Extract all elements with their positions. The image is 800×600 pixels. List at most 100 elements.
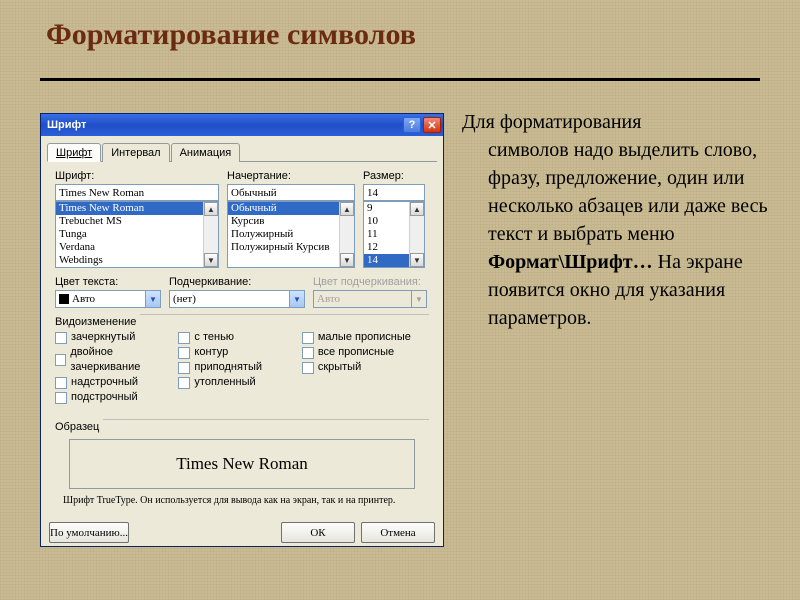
check-allcaps[interactable]: все прописные (302, 345, 425, 360)
scroll-up-icon[interactable]: ▲ (204, 202, 218, 216)
default-button[interactable]: По умолчанию... (49, 522, 129, 543)
check-engrave[interactable]: утопленный (178, 375, 301, 390)
check-label: утопленный (194, 375, 255, 390)
style-listbox[interactable]: Обычный Курсив Полужирный Полужирный Кур… (227, 201, 355, 268)
font-option[interactable]: Trebuchet MS (56, 215, 218, 228)
underline-value: (нет) (170, 291, 289, 307)
close-button[interactable]: ✕ (423, 117, 441, 133)
dialog-title: Шрифт (47, 119, 401, 131)
divider (140, 314, 429, 315)
font-dialog: Шрифт ? ✕ Шрифт Интервал Анимация Шрифт:… (40, 113, 444, 547)
underline-combo[interactable]: (нет) ▼ (169, 290, 305, 308)
desc-bold: Формат\Шрифт… (488, 251, 653, 273)
font-input[interactable] (55, 184, 219, 201)
color-combo[interactable]: Авто ▼ (55, 290, 161, 308)
style-option[interactable]: Полужирный (228, 228, 354, 241)
checkbox-icon (55, 392, 67, 404)
underline-color-combo: Авто ▼ (313, 290, 427, 308)
tab-font[interactable]: Шрифт (47, 143, 101, 162)
font-option[interactable]: Times New Roman (56, 202, 218, 215)
chevron-down-icon: ▼ (411, 291, 426, 307)
underline-color-value: Авто (314, 291, 411, 307)
tabs: Шрифт Интервал Анимация (47, 142, 437, 162)
check-dblstrike[interactable]: двойное зачеркивание (55, 345, 178, 375)
check-strike[interactable]: зачеркнутый (55, 330, 178, 345)
scroll-up-icon[interactable]: ▲ (340, 202, 354, 216)
checkbox-icon (178, 332, 190, 344)
sample-preview: Times New Roman (69, 439, 415, 489)
cancel-button[interactable]: Отмена (361, 522, 435, 543)
underline-label: Подчеркивание: (169, 276, 305, 288)
size-input[interactable] (363, 184, 425, 201)
style-option[interactable]: Курсив (228, 215, 354, 228)
underline-color-label: Цвет подчеркивания: (313, 276, 427, 288)
checkbox-icon (178, 377, 190, 389)
font-label: Шрифт: (55, 170, 219, 182)
check-label: все прописные (318, 345, 394, 360)
check-label: зачеркнутый (71, 330, 135, 345)
checkbox-icon (178, 362, 190, 374)
slide-title: Форматирование символов (46, 18, 416, 52)
checkbox-icon (302, 347, 314, 359)
size-listbox[interactable]: 9 10 11 12 14 ▲ ▼ (363, 201, 425, 268)
desc-line1: Для форматирования (462, 111, 641, 133)
color-swatch-icon (59, 294, 69, 304)
style-option[interactable]: Обычный (228, 202, 354, 215)
tab-animation[interactable]: Анимация (171, 143, 241, 162)
check-label: с тенью (194, 330, 234, 345)
check-super[interactable]: надстрочный (55, 375, 178, 390)
check-emboss[interactable]: приподнятый (178, 360, 301, 375)
font-option[interactable]: Verdana (56, 241, 218, 254)
tab-font-label: Шрифт (56, 147, 92, 159)
check-outline[interactable]: контур (178, 345, 301, 360)
scrollbar[interactable]: ▲ ▼ (409, 202, 424, 267)
checkbox-icon (55, 354, 66, 366)
sample-label: Образец (55, 421, 99, 433)
font-option[interactable]: Webdings (56, 254, 218, 267)
check-label: малые прописные (318, 330, 411, 345)
tab-interval[interactable]: Интервал (102, 143, 169, 162)
checkbox-icon (178, 347, 190, 359)
modifications-label: Видоизменение (55, 316, 136, 328)
checkbox-icon (302, 332, 314, 344)
divider (40, 78, 760, 81)
check-label: контур (194, 345, 228, 360)
font-option[interactable]: Tunga (56, 228, 218, 241)
color-value: Авто (72, 293, 95, 305)
chevron-down-icon[interactable]: ▼ (145, 291, 160, 307)
chevron-down-icon[interactable]: ▼ (289, 291, 304, 307)
desc-line2: символов надо выделить слово, фразу, пре… (488, 139, 768, 245)
check-smallcaps[interactable]: малые прописные (302, 330, 425, 345)
description-text: Для форматирования символов надо выделит… (462, 108, 772, 332)
scroll-down-icon[interactable]: ▼ (340, 253, 354, 267)
style-option[interactable]: Полужирный Курсив (228, 241, 354, 254)
check-shadow[interactable]: с тенью (178, 330, 301, 345)
check-label: двойное зачеркивание (70, 345, 178, 375)
help-button[interactable]: ? (403, 117, 421, 133)
button-bar: По умолчанию... ОК Отмена (41, 518, 443, 551)
scroll-down-icon[interactable]: ▼ (410, 253, 424, 267)
check-label: приподнятый (194, 360, 262, 375)
check-label: подстрочный (71, 390, 138, 405)
font-listbox[interactable]: Times New Roman Trebuchet MS Tunga Verda… (55, 201, 219, 268)
scrollbar[interactable]: ▲ ▼ (339, 202, 354, 267)
check-sub[interactable]: подстрочный (55, 390, 178, 405)
modifications-group: зачеркнутый двойное зачеркивание надстро… (55, 330, 429, 405)
panel: Шрифт: Times New Roman Trebuchet MS Tung… (47, 162, 437, 512)
check-label: надстрочный (71, 375, 138, 390)
style-label: Начертание: (227, 170, 355, 182)
checkbox-icon (55, 377, 67, 389)
scroll-down-icon[interactable]: ▼ (204, 253, 218, 267)
size-label: Размер: (363, 170, 425, 182)
scrollbar[interactable]: ▲ ▼ (203, 202, 218, 267)
check-hidden[interactable]: скрытый (302, 360, 425, 375)
checkbox-icon (55, 332, 67, 344)
check-label: скрытый (318, 360, 361, 375)
scroll-up-icon[interactable]: ▲ (410, 202, 424, 216)
divider (103, 419, 429, 420)
style-input[interactable] (227, 184, 355, 201)
ok-button[interactable]: ОК (281, 522, 355, 543)
color-label: Цвет текста: (55, 276, 161, 288)
checkbox-icon (302, 362, 314, 374)
titlebar[interactable]: Шрифт ? ✕ (41, 114, 443, 136)
